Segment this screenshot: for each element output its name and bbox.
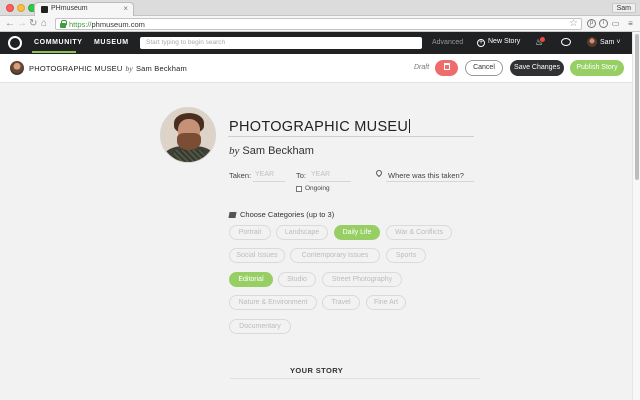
category-pill[interactable]: Street Photography: [322, 272, 402, 287]
address-bar[interactable]: https://phmuseum.com ☆: [55, 18, 582, 30]
save-changes-button[interactable]: Save Changes: [510, 60, 564, 76]
taken-label: Taken:: [229, 171, 252, 180]
location-underline: [386, 181, 474, 182]
delete-button[interactable]: [435, 60, 458, 76]
url-text: https://phmuseum.com: [69, 20, 145, 29]
nav-museum[interactable]: MUSEUM: [94, 39, 129, 46]
categories-heading: Choose Categories (up to 3): [228, 210, 334, 219]
story-title-text[interactable]: PHOTOGRAPHIC MUSEU: [229, 119, 411, 135]
lock-icon: [60, 20, 67, 28]
category-pill[interactable]: Portrait: [229, 225, 271, 240]
location-input[interactable]: Where was this taken?: [388, 171, 464, 180]
category-pill[interactable]: Editorial: [229, 272, 273, 287]
category-pill[interactable]: Fine Art: [366, 295, 406, 310]
cancel-button[interactable]: Cancel: [465, 60, 503, 76]
active-nav-indicator: [32, 51, 76, 53]
category-pill[interactable]: War & Conflicts: [386, 225, 452, 240]
browser-tab[interactable]: PHmuseum ×: [34, 2, 134, 16]
category-pill[interactable]: Daily Life: [334, 225, 380, 240]
publish-story-button[interactable]: Publish Story: [570, 60, 624, 76]
category-pill[interactable]: Contemporary Issues: [290, 248, 380, 263]
advanced-search-link[interactable]: Advanced: [432, 39, 463, 46]
scrollbar-thumb[interactable]: [635, 34, 639, 180]
text-caret: [409, 119, 411, 133]
site-navbar: COMMUNITY MUSEUM Start typing to begin s…: [0, 32, 632, 54]
new-story-button[interactable]: + New Story: [477, 38, 520, 47]
bookmark-star-icon[interactable]: ☆: [569, 18, 578, 29]
plus-icon: +: [477, 39, 485, 47]
author-photo: [160, 107, 216, 163]
home-icon[interactable]: ⌂: [41, 17, 47, 31]
to-year-input[interactable]: YEAR: [311, 171, 330, 178]
search-input[interactable]: Start typing to begin search: [140, 37, 422, 49]
category-pill[interactable]: Sports: [386, 248, 426, 263]
browser-tab-bar: PHmuseum × Sam: [0, 0, 640, 16]
story-title-input[interactable]: PHOTOGRAPHIC MUSEU: [228, 117, 474, 137]
messages-icon[interactable]: [561, 38, 571, 46]
menu-icon[interactable]: ≡: [626, 19, 635, 28]
tab-close-icon[interactable]: ×: [123, 4, 128, 13]
notification-badge: [540, 37, 545, 42]
phmuseum-logo-icon[interactable]: [8, 36, 22, 50]
nav-community[interactable]: COMMUNITY: [34, 39, 83, 46]
category-pill[interactable]: Nature & Environment: [229, 295, 317, 310]
tag-icon: [228, 212, 237, 218]
user-menu[interactable]: Sam ˅: [600, 39, 620, 46]
story-byline: by Sam Beckham: [229, 145, 314, 157]
phmuseum-favicon-icon: [41, 6, 48, 13]
category-pill[interactable]: Studio: [278, 272, 316, 287]
minimize-window-button[interactable]: [17, 4, 25, 12]
category-pill[interactable]: Landscape: [276, 225, 328, 240]
user-avatar[interactable]: [587, 37, 597, 47]
author-avatar: [10, 61, 24, 75]
ongoing-label[interactable]: Ongoing: [305, 185, 330, 192]
category-pill[interactable]: Documentary: [229, 319, 291, 334]
back-icon[interactable]: ←: [5, 17, 15, 31]
trash-icon: [443, 63, 450, 70]
cast-icon[interactable]: ▭: [611, 19, 620, 28]
your-story-divider: [230, 378, 480, 379]
draft-status: Draft: [414, 64, 430, 71]
ongoing-checkbox[interactable]: [296, 186, 302, 192]
taken-year-input[interactable]: YEAR: [255, 171, 274, 178]
info-icon[interactable]: i: [599, 19, 608, 28]
category-pill[interactable]: Social Issues: [229, 248, 285, 263]
taken-underline: [253, 181, 285, 182]
close-window-button[interactable]: [6, 4, 14, 12]
to-underline: [309, 181, 351, 182]
reload-icon[interactable]: ↻: [29, 17, 37, 31]
your-story-heading: YOUR STORY: [290, 366, 344, 375]
location-pin-icon: [374, 168, 384, 178]
story-editor-bar: PHOTOGRAPHIC MUSEU by Sam Beckham Draft Ca…: [0, 54, 632, 83]
browser-toolbar: ← → ↻ ⌂ https://phmuseum.com ☆ p i ▭ ≡: [0, 16, 640, 32]
to-label: To:: [296, 171, 307, 180]
editor-story-title: PHOTOGRAPHIC MUSEU by Sam Beckham: [29, 64, 187, 73]
tab-title: PHmuseum: [51, 5, 88, 12]
pinterest-icon[interactable]: p: [587, 19, 596, 28]
forward-icon[interactable]: →: [17, 17, 27, 31]
page-scrollbar[interactable]: [632, 32, 640, 400]
category-pill[interactable]: Travel: [322, 295, 360, 310]
browser-profile-button[interactable]: Sam: [611, 3, 636, 13]
